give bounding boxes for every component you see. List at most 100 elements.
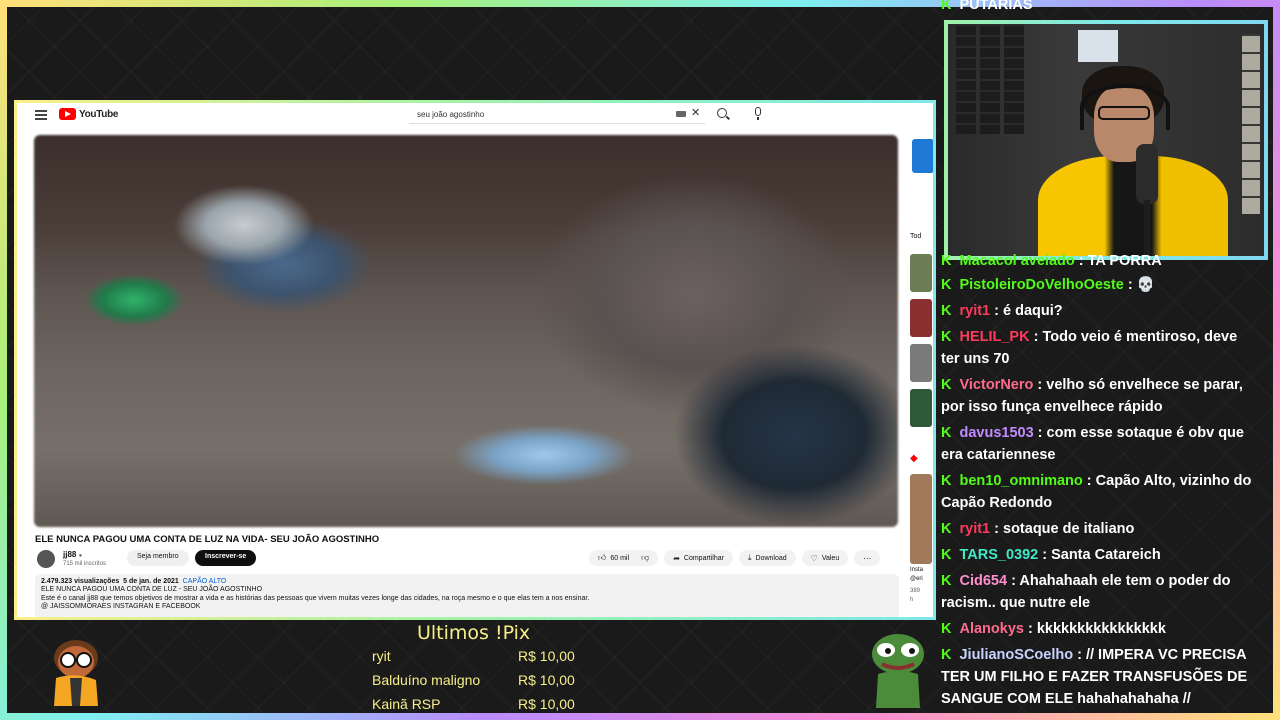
thumbs-up-icon: 👍︎: [598, 553, 607, 562]
related-thumbnail[interactable]: [910, 299, 932, 337]
description-line: Este é o canal jj88 que temos objetivos …: [41, 594, 590, 602]
kick-badge-icon: K: [941, 303, 952, 319]
chat-username[interactable]: Macacol aveiado: [959, 253, 1074, 269]
video-player[interactable]: [34, 135, 898, 527]
kick-badge-icon: K: [941, 329, 952, 345]
chat-message: K HELIL_PK : Todo veio é mentiroso, deve …: [941, 326, 1257, 370]
related-text: h: [910, 597, 914, 603]
microphone-icon[interactable]: [755, 107, 761, 120]
verified-icon: ●: [78, 553, 83, 559]
youtube-capture: YouTube seu joão agostinho ✕ ELE NUNCA P…: [14, 100, 936, 620]
chat-separator: :: [1123, 277, 1137, 293]
pix-title: Ultimos !Pix: [417, 622, 531, 644]
chat-separator: :: [990, 521, 1004, 537]
kick-badge-icon: K: [941, 277, 952, 293]
channel-name[interactable]: jj88 ●: [63, 550, 82, 559]
chat-message: Kdavus1503 : com esse sotaque é obv que …: [941, 422, 1257, 466]
related-thumbnail[interactable]: [910, 254, 932, 292]
youtube-header: YouTube seu joão agostinho ✕: [17, 103, 933, 129]
thumbs-down-icon[interactable]: 👎︎: [641, 553, 649, 563]
youtube-logo-text: YouTube: [79, 108, 119, 120]
download-icon: ⤓: [747, 553, 752, 562]
chat-username[interactable]: davus1503: [959, 425, 1033, 441]
chat-message: K Alanokys : kkkkkkkkkkkkkkkk: [941, 618, 1257, 640]
pix-donor-name: Balduíno maligno: [372, 672, 481, 688]
share-button[interactable]: ➦ Compartilhar: [664, 550, 733, 566]
pix-amount: R$ 10,00: [518, 696, 575, 712]
kick-badge-icon: K: [941, 473, 952, 489]
kick-badge-icon: K: [941, 547, 952, 563]
chat-username[interactable]: PistoleiroDoVelhoOeste: [959, 277, 1123, 293]
acoustic-panel: [980, 24, 1000, 134]
webcam-frame: [944, 20, 1268, 260]
menu-icon[interactable]: [35, 110, 47, 120]
download-button[interactable]: ⤓ Download: [738, 550, 796, 566]
streamer-jacket: [1038, 156, 1228, 256]
chat-username[interactable]: ryit1: [959, 303, 990, 319]
chat-username[interactable]: Cid654: [959, 573, 1007, 589]
chat-username[interactable]: JiulianoSCoelho: [959, 647, 1073, 663]
kick-badge-icon: K: [941, 253, 952, 269]
location-tag[interactable]: CAPÃO ALTO: [183, 578, 227, 585]
like-button[interactable]: 👍︎ 60 mil 👎︎: [589, 550, 659, 566]
channel-avatar[interactable]: [37, 550, 55, 568]
headphone-icon: [1080, 84, 1170, 130]
pix-donor-name: ryit: [372, 648, 391, 664]
channel-name-text: jj88: [63, 550, 77, 559]
subscribe-button[interactable]: Inscrever-se: [195, 550, 257, 566]
chat-username[interactable]: ryit1: [959, 521, 990, 537]
video-description[interactable]: 2.479.323 visualizações 5 de jan. de 202…: [35, 574, 899, 617]
clear-search-icon[interactable]: ✕: [691, 106, 700, 119]
chat-text: kkkkkkkkkkkkkkkk: [1036, 621, 1166, 637]
chat-username[interactable]: Alanokys: [959, 621, 1023, 637]
chat-text: sotaque de italiano: [1003, 521, 1135, 537]
chat-separator: :: [1033, 425, 1047, 441]
share-label: Compartilhar: [683, 554, 724, 562]
youtube-play-icon: [59, 108, 76, 120]
related-thumbnail[interactable]: [910, 474, 932, 564]
related-text: @eri: [910, 576, 923, 582]
download-label: Download: [755, 554, 787, 562]
chat-message: Kryit1 : sotaque de italiano: [941, 518, 1257, 540]
search-input[interactable]: seu joão agostinho: [409, 106, 705, 124]
chat-message: Kben10_omnimano : Capão Alto, vizinho do…: [941, 470, 1257, 514]
chat-panel: K PUTARIAS K Macacol aveiado : TA PORRA K Pi…: [938, 0, 1258, 710]
wall-box: [1078, 30, 1118, 62]
chat-username[interactable]: HELIL_PK: [959, 329, 1029, 345]
keyboard-icon[interactable]: [676, 111, 686, 117]
chat-text: Santa Catareich: [1051, 547, 1161, 563]
view-count: 2.479.323 visualizações: [41, 578, 120, 585]
filter-chip-all[interactable]: Tod: [910, 233, 921, 240]
related-thumbnail[interactable]: [910, 344, 932, 382]
chat-separator: :: [1074, 253, 1088, 269]
thanks-button[interactable]: ♡ Valeu: [801, 550, 849, 566]
chat-text: 💀: [1136, 277, 1155, 293]
chat-message: K JiulianoSCoelho : // IMPERA VC PRECISA …: [941, 644, 1257, 710]
chat-message: K PistoleiroDoVelhoOeste : 💀: [941, 274, 1257, 296]
chat-message: Kryit1 : é daqui?: [941, 300, 1257, 322]
like-count: 60 mil: [610, 554, 630, 562]
chat-username[interactable]: ben10_omnimano: [959, 473, 1082, 489]
search-icon[interactable]: [717, 108, 727, 118]
kick-badge-icon: K: [941, 621, 952, 637]
video-actions: 👍︎ 60 mil 👎︎ ➦ Compartilhar ⤓ Download ♡…: [589, 550, 881, 566]
related-text: 389: [910, 588, 921, 594]
join-member-button[interactable]: Seja membro: [127, 550, 189, 566]
chat-separator: :: [1023, 621, 1037, 637]
related-thumbnail[interactable]: [910, 389, 932, 427]
description-line: ELE NUNCA PAGOU UMA CONTA DE LUZ - SEU J…: [41, 586, 263, 594]
chat-username[interactable]: VictorNero: [959, 377, 1033, 393]
youtube-logo[interactable]: YouTube: [59, 108, 119, 120]
microphone: [1136, 144, 1158, 204]
shorts-icon: ◆: [910, 453, 918, 464]
chat-message: K VictorNero : velho só envelhece se para…: [941, 374, 1257, 418]
chat-message: K PUTARIAS: [941, 0, 1257, 16]
acoustic-panel: [956, 24, 976, 134]
kick-badge-icon: K: [941, 647, 952, 663]
related-videos-column: Tod ◆ Insta @eri 389 h: [910, 129, 933, 617]
chat-text: PUTARIAS: [959, 0, 1033, 13]
promo-thumbnail[interactable]: [912, 139, 933, 173]
more-actions-button[interactable]: ⋯: [854, 550, 881, 566]
chat-username[interactable]: TARS_0392: [959, 547, 1038, 563]
chat-text: TA PORRA: [1087, 253, 1162, 269]
